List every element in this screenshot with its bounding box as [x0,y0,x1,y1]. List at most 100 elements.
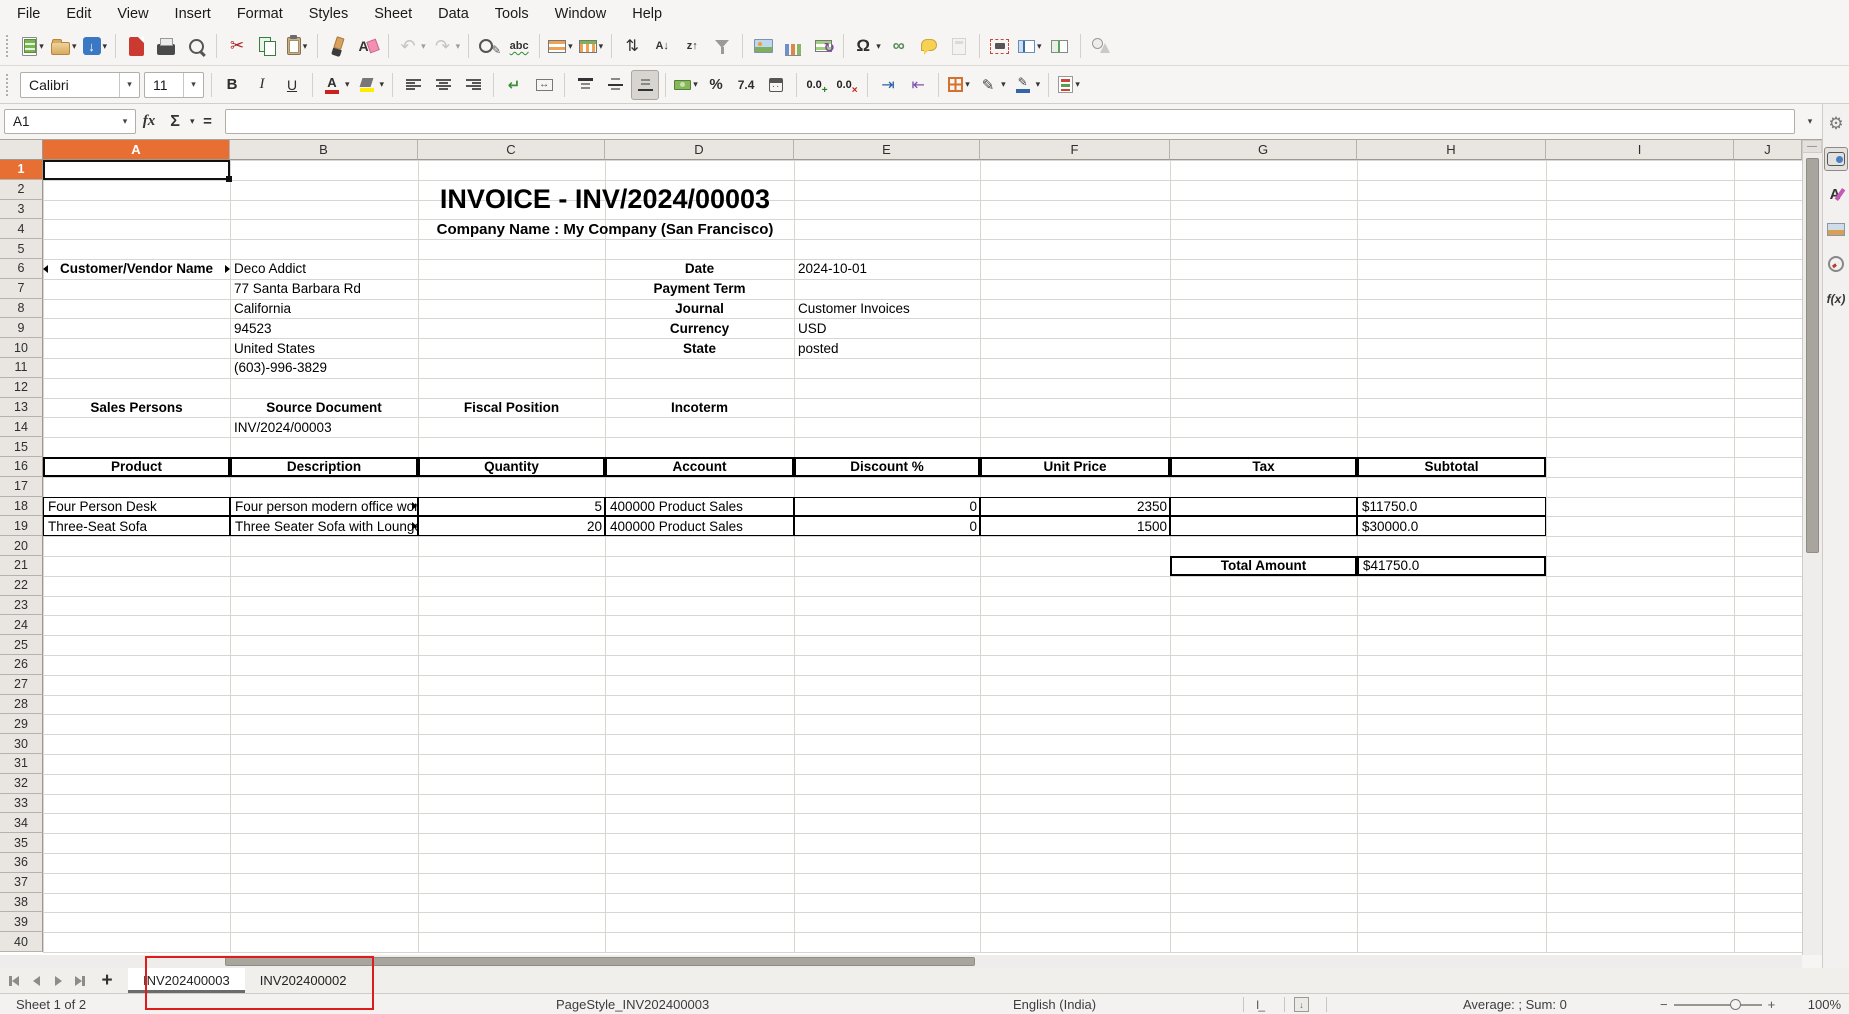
chevron-down-icon[interactable] [103,41,108,52]
cell-G18[interactable] [1170,497,1357,517]
font-name-combo[interactable]: Calibri [20,72,140,98]
row-header-24[interactable]: 24 [0,615,43,635]
menu-file[interactable]: File [4,0,53,27]
row-header-40[interactable]: 40 [0,932,43,952]
find-replace-button[interactable] [475,31,503,61]
chevron-down-icon[interactable] [1075,79,1080,90]
row-header-6[interactable]: 6 [0,259,43,279]
cell-D10[interactable]: State [605,338,794,358]
cell-B8[interactable]: California [230,299,418,319]
cell-H21[interactable]: $41750.0 [1357,556,1546,576]
menu-styles[interactable]: Styles [296,0,362,27]
font-size-combo[interactable]: 11 [144,72,204,98]
vertical-scrollbar[interactable] [1802,140,1822,955]
cell-B9[interactable]: 94523 [230,318,418,338]
cell-E16[interactable]: Discount % [794,457,980,477]
sort-button[interactable] [618,31,646,61]
border-style-button[interactable] [975,70,1008,100]
column-header-C[interactable]: C [418,140,605,160]
cell-C18[interactable]: 5 [418,497,605,517]
cell-D16[interactable]: Account [605,457,794,477]
row-header-39[interactable]: 39 [0,912,43,932]
clear-formatting-button[interactable] [354,31,382,61]
cell-B19[interactable]: Three Seater Sofa with Lounger in Steel … [230,516,418,536]
column-header-H[interactable]: H [1357,140,1546,160]
insert-image-button[interactable] [749,31,777,61]
chevron-down-icon[interactable] [1036,79,1041,90]
chevron-down-icon[interactable] [190,116,195,127]
column-header-F[interactable]: F [980,140,1170,160]
cell-D6[interactable]: Date [605,259,794,279]
row-header-20[interactable]: 20 [0,536,43,556]
print-preview-button[interactable] [182,31,210,61]
chevron-down-icon[interactable] [345,79,350,90]
spelling-button[interactable] [505,31,533,61]
column-header-G[interactable]: G [1170,140,1357,160]
menu-format[interactable]: Format [224,0,296,27]
select-all-corner[interactable] [0,140,43,160]
chevron-down-icon[interactable] [115,110,135,133]
insert-chart-button[interactable] [779,31,807,61]
zoom-slider-thumb[interactable] [1730,999,1741,1010]
cell-D7[interactable]: Payment Term [605,279,794,299]
delete-decimal-button[interactable] [833,70,861,100]
row-header-3[interactable]: 3 [0,200,43,220]
select-function-button[interactable]: Σ [162,109,188,135]
chevron-down-icon[interactable] [693,79,698,90]
row-header-5[interactable]: 5 [0,239,43,259]
menu-help[interactable]: Help [619,0,675,27]
split-window-button[interactable] [1046,31,1074,61]
column-header-I[interactable]: I [1546,140,1734,160]
cell-B4[interactable]: Company Name : My Company (San Francisco… [230,219,980,239]
horizontal-scrollbar[interactable] [0,955,1802,968]
comment-button[interactable] [915,31,943,61]
cell-E8[interactable]: Customer Invoices [794,299,980,319]
formula-input[interactable] [225,109,1795,134]
font-color-button[interactable] [319,70,352,100]
cell-D8[interactable]: Journal [605,299,794,319]
cell-H16[interactable]: Subtotal [1357,457,1546,477]
row-header-17[interactable]: 17 [0,477,43,497]
row-header-18[interactable]: 18 [0,497,43,517]
cell-H19[interactable]: $30000.0 [1357,516,1546,536]
cell-H18[interactable]: $11750.0 [1357,497,1546,517]
row-header-21[interactable]: 21 [0,556,43,576]
chevron-down-icon[interactable] [599,41,604,52]
cell-F16[interactable]: Unit Price [980,457,1170,477]
merge-cells-button[interactable] [530,70,558,100]
row-header-35[interactable]: 35 [0,833,43,853]
save-button[interactable] [81,31,110,61]
zoom-in-icon[interactable]: + [1768,997,1776,1012]
wrap-text-button[interactable] [500,70,528,100]
cell-B13[interactable]: Source Document [230,398,418,418]
sidebar-navigator-button[interactable] [1824,252,1848,276]
row-header-19[interactable]: 19 [0,516,43,536]
sidebar-settings-button[interactable] [1824,112,1848,136]
document-modified-icon[interactable]: ↓ [1294,994,1309,1014]
column-menu-button[interactable] [577,31,606,61]
conditional-formatting-button[interactable] [1055,70,1083,100]
sort-ascending-button[interactable] [648,31,676,61]
column-header-A[interactable]: A [43,140,230,160]
format-date-button[interactable] [762,70,790,100]
last-sheet-button[interactable] [70,971,90,991]
row-header-36[interactable]: 36 [0,853,43,873]
chevron-down-icon[interactable] [421,41,426,52]
function-wizard-button[interactable]: fx [136,109,162,135]
chevron-down-icon[interactable] [456,41,461,52]
menu-window[interactable]: Window [542,0,620,27]
chevron-down-icon[interactable] [119,73,139,97]
italic-button[interactable] [248,70,276,100]
format-percent-button[interactable] [702,70,730,100]
sidebar-styles-button[interactable] [1824,182,1848,206]
underline-button[interactable] [278,70,306,100]
cut-button[interactable] [223,31,251,61]
sidebar-properties-button[interactable] [1824,147,1848,171]
formula-button[interactable]: = [195,109,221,135]
undo-button[interactable] [395,31,428,61]
chevron-down-icon[interactable] [183,73,203,97]
freeze-panes-button[interactable] [1016,31,1044,61]
cell-B7[interactable]: 77 Santa Barbara Rd [230,279,418,299]
row-header-9[interactable]: 9 [0,318,43,338]
align-right-button[interactable] [459,70,487,100]
